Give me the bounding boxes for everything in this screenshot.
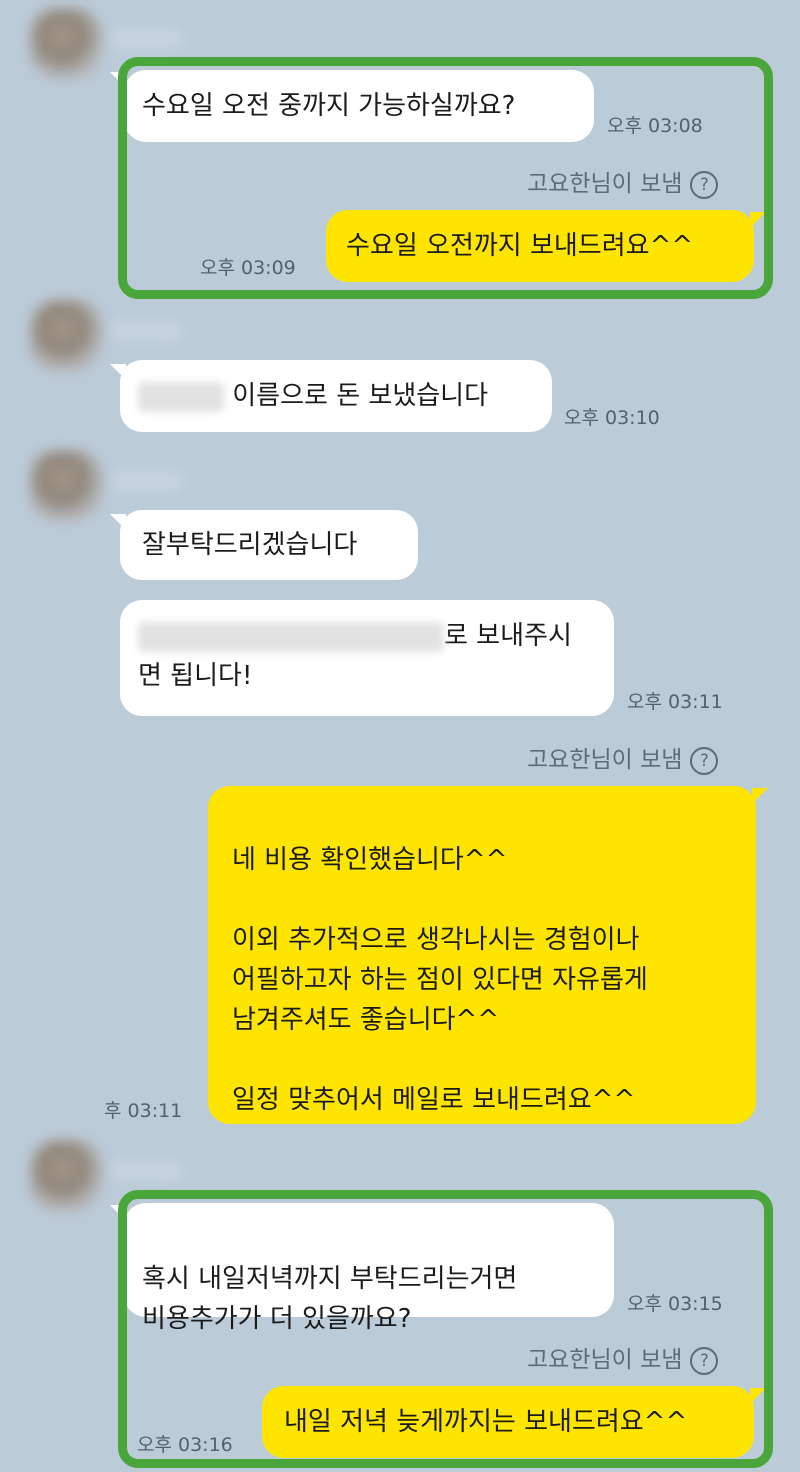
highlight-box xyxy=(118,57,773,299)
message-text: 네 비용 확인했습니다^^ 이외 추가적으로 생각나시는 경험이나 어필하고자 … xyxy=(232,845,648,1115)
sender-name-blurred xyxy=(112,28,182,50)
sender-name-blurred xyxy=(112,1160,182,1182)
bubble-tail xyxy=(752,788,768,804)
message-bubble-outgoing[interactable]: 네 비용 확인했습니다^^ 이외 추가적으로 생각나시는 경험이나 어필하고자 … xyxy=(208,786,756,1124)
help-icon[interactable]: ? xyxy=(690,746,719,775)
redacted-account xyxy=(138,621,444,652)
message-time: 오후 03:10 xyxy=(564,407,660,429)
message-line: 로 보내주시 xyxy=(138,616,596,656)
message-bubble-incoming[interactable]: 로 보내주시 면 됩니다! xyxy=(120,600,614,716)
message-text: 면 됩니다! xyxy=(138,661,253,691)
sender-name-blurred xyxy=(112,320,182,342)
highlight-box xyxy=(118,1190,773,1468)
message-bubble-incoming[interactable]: 잘부탁드리겠습니다 xyxy=(120,510,418,580)
message-text: 로 보내주시 xyxy=(444,621,572,651)
avatar[interactable] xyxy=(30,450,102,522)
avatar[interactable] xyxy=(30,300,102,372)
redacted-name xyxy=(138,381,224,412)
message-text: 이름으로 돈 보냈습니다 xyxy=(232,381,488,411)
message-text: 잘부탁드리겠습니다 xyxy=(142,530,358,560)
sent-by-label: 고요한님이 보냄? xyxy=(527,740,719,775)
message-time: 오후 03:11 xyxy=(627,691,723,713)
avatar[interactable] xyxy=(30,1140,102,1212)
sender-name-blurred xyxy=(112,470,182,492)
message-time: 후 03:11 xyxy=(104,1100,183,1122)
sent-by-text: 고요한님이 보냄 xyxy=(527,747,683,773)
avatar[interactable] xyxy=(30,8,102,80)
message-bubble-incoming[interactable]: 이름으로 돈 보냈습니다 xyxy=(120,360,552,432)
